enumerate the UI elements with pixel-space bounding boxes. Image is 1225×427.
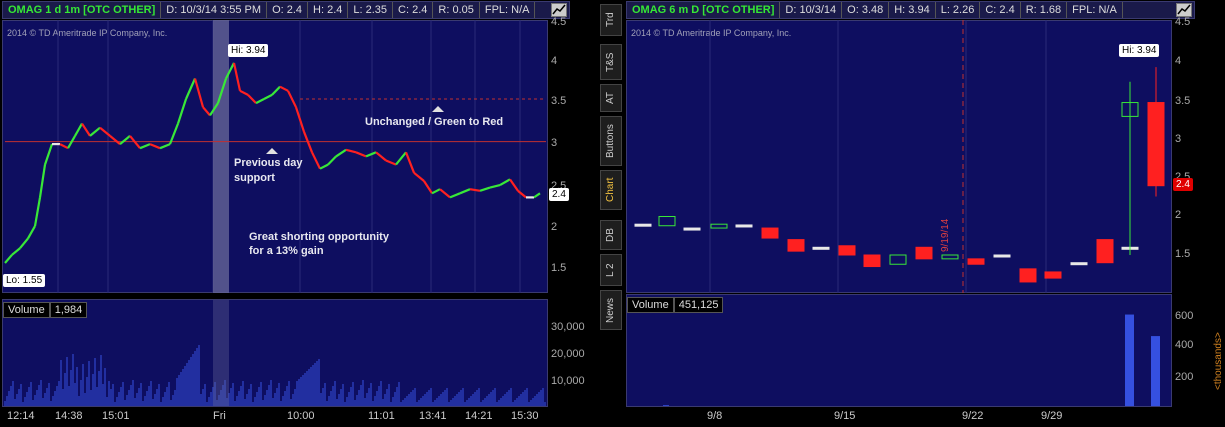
volume-tick: 400: [1175, 339, 1194, 351]
candle-body: [1070, 262, 1088, 266]
time-tick: 10:00: [287, 410, 315, 422]
volume-unit-label: <thousands>: [1213, 332, 1224, 390]
candle-body: [838, 245, 856, 256]
price-tick: 4: [1175, 55, 1182, 67]
last-price-bubble: 2.4: [1173, 178, 1193, 191]
right-volume-chart: [663, 314, 1160, 406]
date-tick: 9/22: [962, 410, 984, 422]
date-tick: 9/8: [707, 410, 723, 422]
time-tick: 15:01: [102, 410, 130, 422]
time-tick: 11:01: [368, 410, 395, 422]
price-tick: 2: [1175, 209, 1182, 221]
candle-body: [634, 223, 652, 227]
date-tick: 9/15: [834, 410, 856, 422]
candle-body: [761, 227, 779, 239]
candle-body: [1147, 102, 1165, 187]
time-tick: 14:38: [55, 410, 83, 422]
date-marker-label: 9/19/14: [940, 218, 951, 252]
candle-body: [735, 224, 753, 228]
candle-body: [658, 216, 676, 227]
candle-body: [967, 258, 985, 265]
candle-body: [863, 254, 881, 268]
volume-bar: [1151, 336, 1160, 406]
candle-body: [941, 254, 959, 260]
candle-body: [915, 246, 933, 260]
price-tick: 3.5: [1175, 95, 1191, 107]
time-tick: 15:30: [511, 410, 539, 422]
candle-body: [683, 227, 701, 231]
candle-body: [787, 239, 805, 252]
candle-body: [993, 254, 1011, 258]
volume-tick: 200: [1175, 371, 1194, 383]
time-tick: 14:21: [465, 410, 493, 422]
candle-body: [812, 246, 830, 250]
time-tick: Fri: [213, 410, 226, 422]
price-tick: 1.5: [1175, 248, 1191, 260]
candle-body: [1096, 239, 1114, 264]
date-tick: 9/29: [1041, 410, 1063, 422]
time-tick: 13:41: [419, 410, 447, 422]
candle-body: [1044, 271, 1062, 279]
volume-bar: [663, 405, 669, 406]
right-price-chart: [634, 20, 1165, 293]
time-tick: 12:14: [7, 410, 35, 422]
volume-bar: [1125, 314, 1134, 406]
candle-body: [710, 223, 728, 229]
price-tick: 3: [1175, 133, 1182, 145]
high-price-bubble: Hi: 3.94: [1119, 44, 1160, 57]
candle-body: [889, 254, 907, 265]
volume-tick: 600: [1175, 310, 1194, 322]
candle-body: [1019, 268, 1037, 283]
price-tick: 4.5: [1175, 16, 1191, 28]
